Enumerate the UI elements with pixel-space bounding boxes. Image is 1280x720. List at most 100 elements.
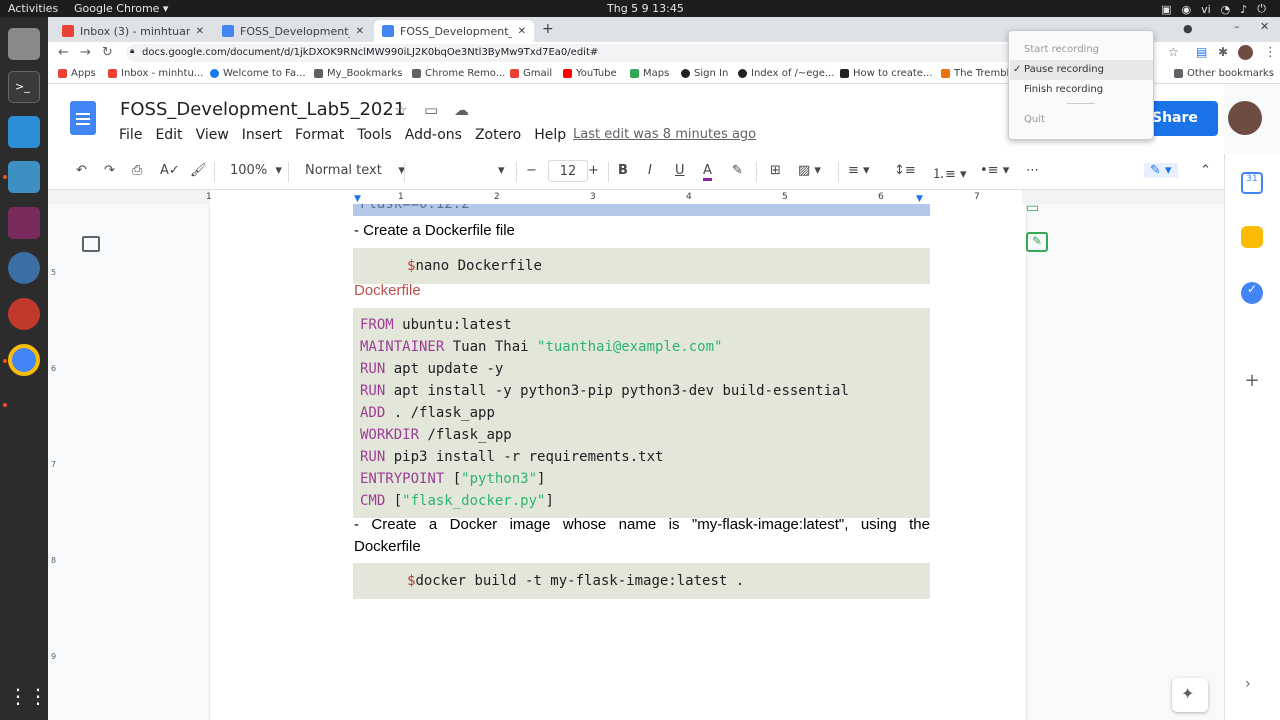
font-select-chevron-icon[interactable]: ▾ [498, 163, 505, 178]
volume-icon[interactable]: ♪ [1240, 3, 1247, 16]
font-size-input[interactable]: 12 [548, 160, 588, 182]
add-addon-icon[interactable]: + [1241, 370, 1263, 392]
menu-tools[interactable]: Tools [357, 127, 392, 143]
terminal-icon[interactable]: >_ [8, 71, 40, 103]
close-icon[interactable]: ✕ [196, 26, 204, 37]
tasks-icon[interactable]: ✓ [1241, 282, 1263, 304]
vscode-icon[interactable] [8, 116, 40, 148]
quit-item[interactable]: Quit [1024, 114, 1045, 125]
pause-recording-item[interactable]: Pause recording [1024, 64, 1104, 75]
show-apps-icon[interactable]: ⋮⋮ [8, 684, 48, 716]
highlight-icon[interactable]: ✎ [732, 163, 743, 178]
bookmark-howto[interactable]: How to create... [840, 68, 933, 79]
outline-icon[interactable] [82, 236, 100, 252]
underline-button[interactable]: U [675, 163, 685, 178]
menu-view[interactable]: View [196, 127, 229, 143]
menu-help[interactable]: Help [534, 127, 566, 143]
star-icon[interactable]: ☆ [394, 101, 407, 119]
close-icon[interactable]: ✕ [518, 26, 526, 37]
activities-button[interactable]: Activities [8, 2, 58, 15]
system-tray[interactable]: ▣ ◉ vi ◔ ♪ ⏻ [1161, 2, 1266, 16]
files-icon[interactable] [8, 28, 40, 60]
bookmark-folder[interactable]: Chrome Remo... [412, 68, 505, 79]
editing-mode-icon[interactable]: ✎ ▾ [1144, 163, 1178, 178]
start-recording-item[interactable]: Start recording [1024, 44, 1099, 55]
document-title[interactable]: FOSS_Development_Lab5_2021 [120, 99, 405, 120]
keep-icon[interactable] [1241, 226, 1263, 248]
url-field[interactable]: 🔒︎ docs.google.com/document/d/1jkDXOK9RN… [126, 44, 1026, 62]
close-window-button[interactable]: ✕ [1260, 20, 1269, 33]
add-comment-icon[interactable]: ▭ [1026, 204, 1048, 216]
undo-icon[interactable]: ↶ [76, 163, 87, 178]
menu-icon[interactable]: ⋮ [1264, 45, 1277, 60]
bold-button[interactable]: B [618, 163, 628, 178]
puzzle-icon[interactable]: ✱ [1218, 45, 1228, 59]
wifi-icon[interactable]: ◔ [1221, 3, 1231, 16]
profile-dot-icon[interactable]: ● [1183, 22, 1193, 35]
expand-panel-icon[interactable]: › [1245, 676, 1251, 692]
bookmark-apps[interactable]: Apps [58, 68, 96, 79]
increase-font-button[interactable]: + [588, 163, 599, 178]
menu-file[interactable]: File [119, 127, 142, 143]
bulleted-list-icon[interactable]: •≡ ▾ [980, 163, 1009, 178]
cloud-status-icon[interactable]: ☁ [454, 101, 469, 119]
move-folder-icon[interactable]: ▭ [424, 101, 438, 119]
last-edit-link[interactable]: Last edit was 8 minutes ago [573, 127, 756, 142]
zoom-select[interactable]: 100% ▾ [230, 163, 282, 178]
close-icon[interactable]: ✕ [356, 26, 364, 37]
media-icon[interactable] [8, 207, 40, 239]
back-icon[interactable]: ← [58, 45, 69, 60]
menu-format[interactable]: Format [295, 127, 344, 143]
new-tab-button[interactable]: + [542, 21, 554, 37]
menu-insert[interactable]: Insert [242, 127, 282, 143]
user-avatar[interactable] [1228, 101, 1262, 135]
bookmark-index[interactable]: Index of /~ege... [738, 68, 834, 79]
bookmark-gmail[interactable]: Gmail [510, 68, 552, 79]
power-icon[interactable]: ⏻ [1257, 2, 1266, 16]
recorder-icon[interactable]: ▣ [1161, 3, 1171, 16]
align-icon[interactable]: ≡ ▾ [848, 163, 870, 178]
finish-recording-item[interactable]: Finish recording [1024, 84, 1103, 95]
minimize-button[interactable]: – [1234, 20, 1240, 33]
waveform-icon[interactable] [8, 161, 40, 193]
menu-addons[interactable]: Add-ons [405, 127, 462, 143]
bookmark-youtube[interactable]: YouTube [563, 68, 617, 79]
app-icon[interactable] [8, 298, 40, 330]
bookmark-signin[interactable]: Sign In [681, 68, 728, 79]
redo-icon[interactable]: ↷ [104, 163, 115, 178]
line-spacing-icon[interactable]: ↕≡ [894, 163, 916, 178]
right-indent-marker-icon[interactable]: ▼ [916, 194, 923, 204]
comment-icon[interactable]: ⊞ [770, 163, 781, 178]
suggest-edit-icon[interactable]: ✎ [1026, 232, 1048, 252]
text-color-button[interactable]: A [703, 163, 712, 181]
docs-logo-icon[interactable] [70, 101, 96, 135]
calendar-icon[interactable]: 31 [1241, 172, 1263, 194]
bookmark-folder[interactable]: My_Bookmarks [314, 68, 402, 79]
chrome-icon[interactable] [8, 344, 40, 376]
forward-icon[interactable]: → [80, 45, 91, 60]
network-icon[interactable]: ◉ [1181, 3, 1191, 16]
bookmark-facebook[interactable]: Welcome to Fa... [210, 68, 306, 79]
tab-docs-active[interactable]: FOSS_Development_Lab5 ✕ [374, 20, 534, 42]
insert-image-icon[interactable]: ▨ ▾ [798, 163, 821, 178]
indent-marker-icon[interactable]: ▼ [354, 194, 361, 204]
collapse-chevron-icon[interactable]: ⌃ [1200, 163, 1211, 178]
numbered-list-icon[interactable]: ⒈≡ ▾ [932, 163, 967, 182]
app-menu[interactable]: Google Chrome ▾ [74, 2, 168, 15]
bookmark-maps[interactable]: Maps [630, 68, 669, 79]
tab-gmail[interactable]: Inbox (3) - minhtuan@ctu ✕ [54, 20, 212, 42]
more-icon[interactable]: ⋯ [1026, 163, 1039, 178]
bookmark-trembl[interactable]: The Trembl [941, 68, 1009, 79]
tab-docs[interactable]: FOSS_Development_Lab5 ✕ [214, 20, 372, 42]
bookmark-inbox[interactable]: Inbox - minhtu... [108, 68, 203, 79]
print-icon[interactable]: ⎙ [132, 163, 142, 178]
document-page[interactable]: Flask==0.12.2 - Create a Dockerfile file… [210, 204, 1026, 720]
clock[interactable]: Thg 5 9 13:45 [607, 2, 684, 15]
decrease-font-button[interactable]: − [526, 163, 537, 178]
menu-zotero[interactable]: Zotero [475, 127, 521, 143]
bookmark-other[interactable]: Other bookmarks [1174, 68, 1274, 79]
spellcheck-icon[interactable]: A✓ [160, 163, 180, 178]
italic-button[interactable]: I [648, 163, 652, 178]
star-icon[interactable]: ☆ [1168, 45, 1179, 59]
paint-format-icon[interactable]: 🖌︎ [190, 163, 207, 178]
